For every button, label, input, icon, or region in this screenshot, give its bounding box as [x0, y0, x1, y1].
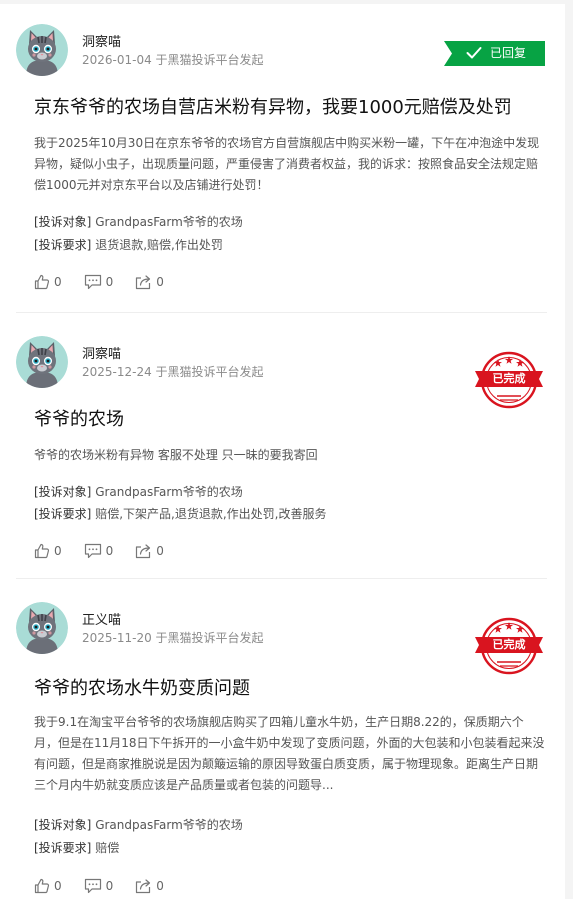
like-count: 0 — [54, 879, 62, 893]
share-button[interactable]: 0 — [135, 273, 164, 291]
request-value: 赔偿 — [95, 841, 120, 855]
complaint-title[interactable]: 爷爷的农场 — [34, 408, 547, 432]
cat-avatar-icon — [16, 24, 68, 76]
complaint-body[interactable]: 爷爷的农场米粉有异物 客服不处理 只一昧的要我寄回 — [34, 445, 547, 466]
target-label: [投诉对象] — [34, 485, 92, 499]
user-name[interactable]: 洞察喵 — [82, 347, 121, 363]
comment-button[interactable]: 0 — [84, 542, 114, 560]
thumbs-up-icon — [34, 878, 50, 894]
thumbs-up-icon — [34, 274, 50, 290]
status-stamp-completed: 已完成 — [471, 350, 547, 410]
comment-count: 0 — [105, 275, 114, 289]
target-value[interactable]: GrandpasFarm爷爷的农场 — [95, 215, 243, 229]
complaint-card[interactable]: 洞察喵 2026-01-04 于黑猫投诉平台发起 已回复 京东爷爷的农场自营店米… — [16, 4, 547, 313]
check-icon — [466, 47, 482, 59]
target-value[interactable]: GrandpasFarm爷爷的农场 — [95, 818, 243, 832]
complaint-target: [投诉对象] GrandpasFarm爷爷的农场 — [34, 214, 547, 230]
action-bar: 0 0 0 — [34, 877, 186, 895]
request-value: 赔偿,下架产品,退货退款,作出处罚,改善服务 — [95, 507, 327, 521]
comment-icon — [84, 274, 102, 290]
complaint-body[interactable]: 我于9.1在淘宝平台爷爷的农场旗舰店购买了四箱儿童水牛奶，生产日期8.22的，保… — [34, 712, 547, 796]
complaint-request: [投诉要求] 退货退款,赔偿,作出处罚 — [34, 237, 547, 253]
like-button[interactable]: 0 — [34, 273, 62, 291]
request-label: [投诉要求] — [34, 841, 92, 855]
like-button[interactable]: 0 — [34, 542, 62, 560]
complaint-body[interactable]: 我于2025年10月30日在京东爷爷的农场官方自营旗舰店中购买米粉一罐，下午在冲… — [34, 133, 547, 196]
post-meta: 2026-01-04 于黑猫投诉平台发起 — [82, 53, 264, 67]
share-icon — [135, 543, 152, 559]
complaint-request: [投诉要求] 赔偿,下架产品,退货退款,作出处罚,改善服务 — [34, 506, 547, 522]
post-meta: 2025-11-20 于黑猫投诉平台发起 — [82, 631, 264, 645]
target-label: [投诉对象] — [34, 818, 92, 832]
cat-avatar-icon — [16, 602, 68, 654]
comment-count: 0 — [105, 879, 114, 893]
user-avatar[interactable] — [16, 602, 68, 654]
share-count: 0 — [156, 275, 164, 289]
target-label: [投诉对象] — [34, 215, 92, 229]
complaint-title[interactable]: 京东爷爷的农场自营店米粉有异物，我要1000元赔偿及处罚 — [34, 96, 547, 120]
status-label: 已回复 — [490, 46, 527, 60]
share-count: 0 — [156, 879, 164, 893]
status-label: 已完成 — [492, 638, 526, 651]
like-button[interactable]: 0 — [34, 877, 62, 895]
complaint-list: 洞察喵 2026-01-04 于黑猫投诉平台发起 已回复 京东爷爷的农场自营店米… — [0, 4, 565, 899]
comment-icon — [84, 543, 102, 559]
request-label: [投诉要求] — [34, 238, 92, 252]
request-value: 退货退款,赔偿,作出处罚 — [95, 238, 223, 252]
complaint-target: [投诉对象] GrandpasFarm爷爷的农场 — [34, 817, 547, 833]
user-avatar[interactable] — [16, 24, 68, 76]
action-bar: 0 0 0 — [34, 542, 186, 560]
complaint-card[interactable]: 正义喵 2025-11-20 于黑猫投诉平台发起 已完成 爷爷的农场水牛奶变质问… — [16, 578, 547, 899]
complaint-request: [投诉要求] 赔偿 — [34, 840, 547, 856]
status-stamp-completed: 已完成 — [471, 616, 547, 676]
like-count: 0 — [54, 544, 62, 558]
share-count: 0 — [156, 544, 164, 558]
comment-icon — [84, 878, 102, 894]
share-button[interactable]: 0 — [135, 877, 164, 895]
request-label: [投诉要求] — [34, 507, 92, 521]
complaint-title[interactable]: 爷爷的农场水牛奶变质问题 — [34, 677, 547, 701]
share-icon — [135, 878, 152, 894]
thumbs-up-icon — [34, 543, 50, 559]
user-name[interactable]: 洞察喵 — [82, 35, 121, 51]
share-button[interactable]: 0 — [135, 542, 164, 560]
like-count: 0 — [54, 275, 62, 289]
complaint-card[interactable]: 洞察喵 2025-12-24 于黑猫投诉平台发起 已完成 爷爷的农场 爷爷的农场… — [16, 312, 547, 579]
user-avatar[interactable] — [16, 336, 68, 388]
complaint-target: [投诉对象] GrandpasFarm爷爷的农场 — [34, 484, 547, 500]
share-icon — [135, 274, 152, 290]
post-meta: 2025-12-24 于黑猫投诉平台发起 — [82, 365, 264, 379]
status-badge-replied: 已回复 — [444, 41, 545, 66]
cat-avatar-icon — [16, 336, 68, 388]
comment-button[interactable]: 0 — [84, 273, 114, 291]
status-label: 已完成 — [492, 372, 526, 385]
comment-count: 0 — [105, 544, 114, 558]
user-name[interactable]: 正义喵 — [82, 613, 121, 629]
target-value[interactable]: GrandpasFarm爷爷的农场 — [95, 485, 243, 499]
comment-button[interactable]: 0 — [84, 877, 114, 895]
action-bar: 0 0 0 — [34, 273, 186, 291]
